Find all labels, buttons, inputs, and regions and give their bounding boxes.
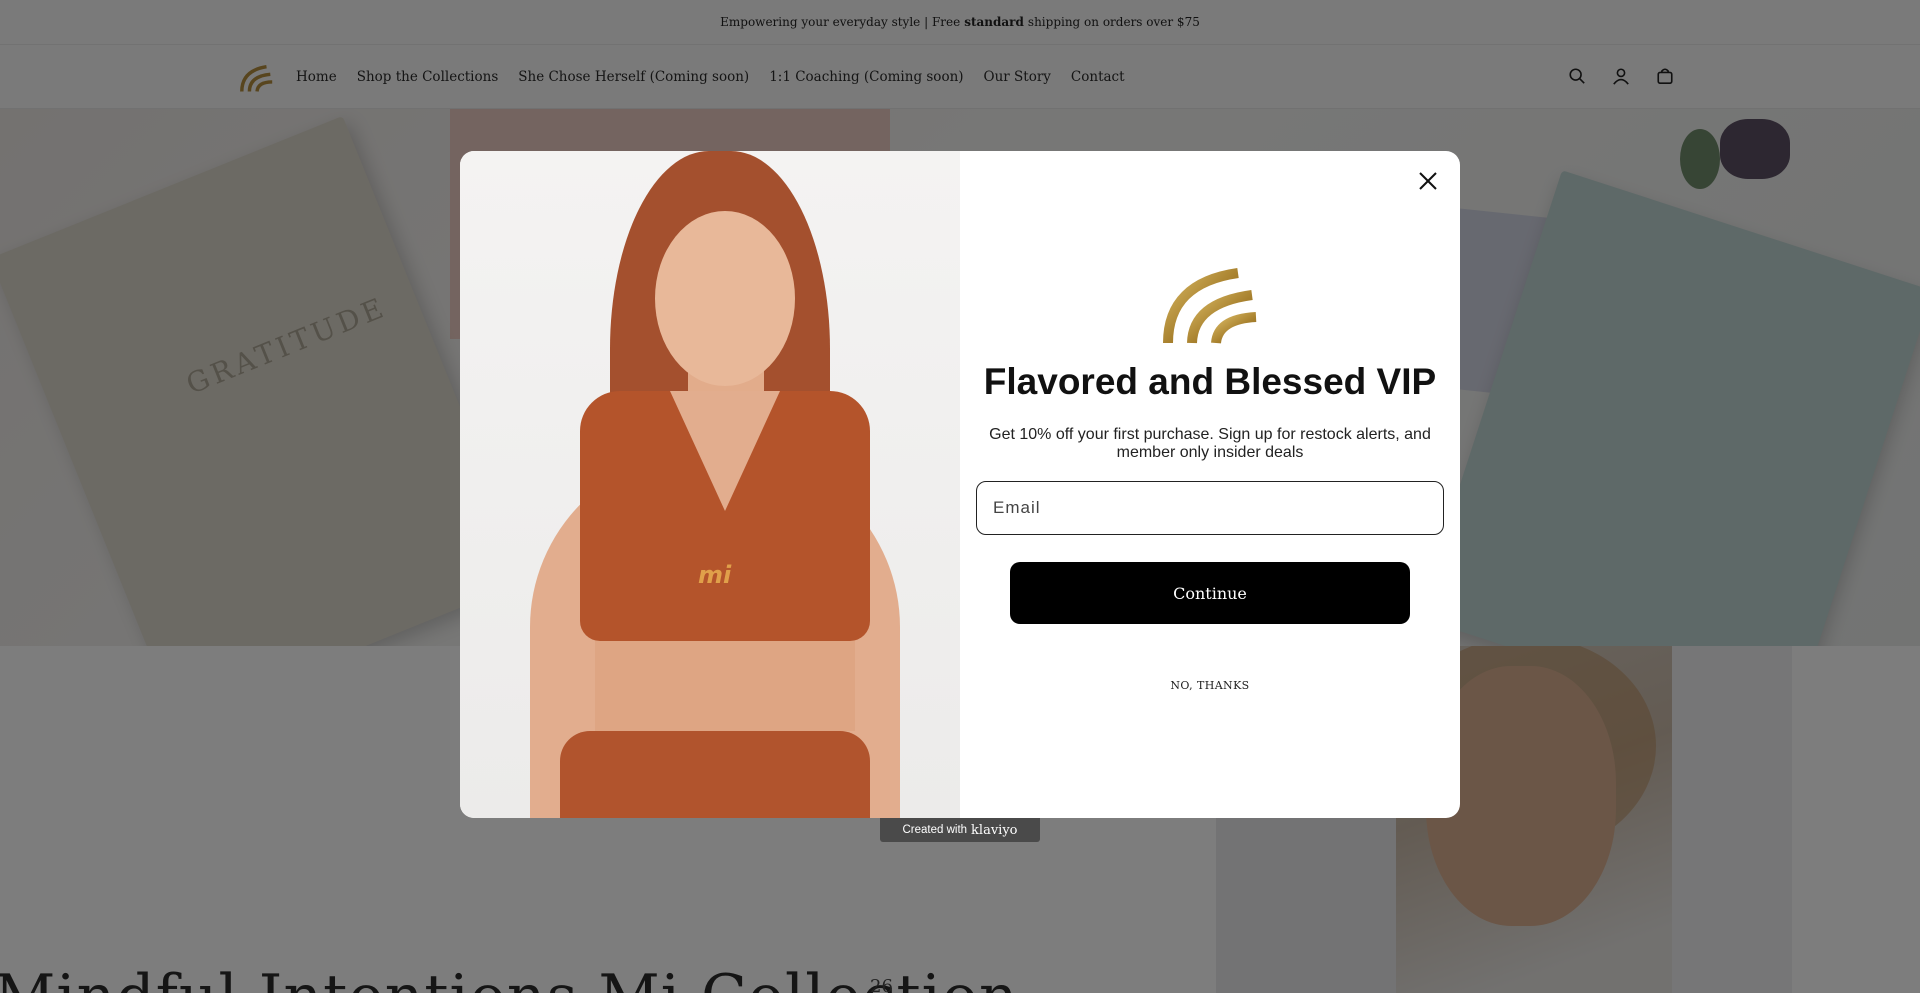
modal-product-photo: mi: [460, 151, 960, 818]
continue-button[interactable]: Continue: [1010, 562, 1410, 624]
email-field[interactable]: [976, 481, 1444, 535]
modal-subtitle: Get 10% off your first purchase. Sign up…: [989, 426, 1431, 461]
close-icon: [1419, 172, 1437, 190]
model-face: [655, 211, 795, 386]
klaviyo-prefix: Created with: [902, 824, 968, 836]
klaviyo-badge[interactable]: Created with klaviyo: [880, 818, 1040, 842]
product-logo: mi: [698, 561, 732, 589]
model-leggings: [560, 731, 870, 818]
no-thanks-button[interactable]: NO, THANKS: [960, 679, 1460, 692]
model-waist: [595, 641, 855, 731]
brand-logo-icon: [1163, 268, 1257, 344]
signup-modal: mi Flavored and Blessed VIP Get 10% off …: [460, 151, 1460, 818]
close-modal-button[interactable]: [1412, 165, 1444, 197]
modal-title: Flavored and Blessed VIP: [983, 361, 1437, 402]
klaviyo-brand: klaviyo: [971, 822, 1018, 838]
modal-form: Flavored and Blessed VIP Get 10% off you…: [960, 151, 1460, 818]
